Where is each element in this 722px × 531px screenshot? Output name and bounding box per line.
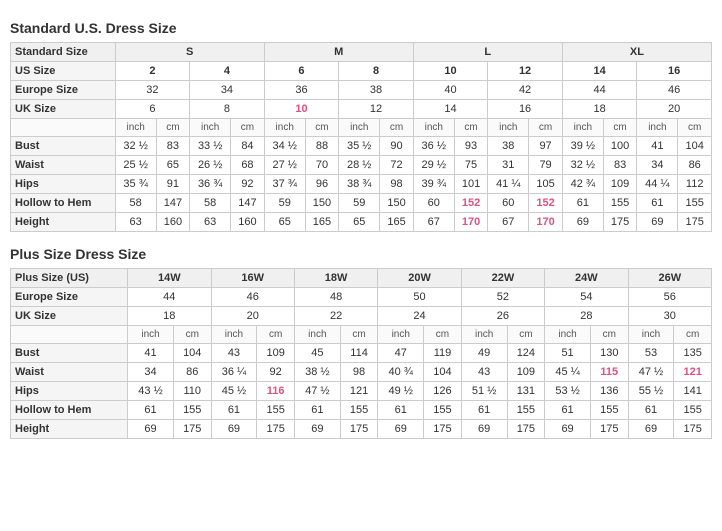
size-group-l: L bbox=[413, 43, 562, 62]
bust-row: Bust 32 ½83 33 ½84 34 ½88 35 ½90 36 ½93 … bbox=[11, 137, 712, 156]
us-size-row: US Size 2 4 6 8 10 12 14 16 bbox=[11, 62, 712, 81]
plus-18w: 18W bbox=[294, 269, 377, 288]
standard-table: Standard Size S M L XL US Size 2 4 6 8 1… bbox=[10, 42, 712, 232]
plus-section: Plus Size Dress Size Plus Size (US) 14W … bbox=[10, 246, 712, 439]
plus-14w: 14W bbox=[128, 269, 211, 288]
unit-row: inchcm inchcm inchcm inchcm inchcm inchc… bbox=[11, 119, 712, 137]
plus-24w: 24W bbox=[545, 269, 628, 288]
waist-row: Waist 25 ½65 26 ½68 27 ½70 28 ½72 29 ½75… bbox=[11, 156, 712, 175]
europe-size-label: Europe Size bbox=[11, 81, 116, 100]
us-size-4: 4 bbox=[190, 62, 265, 81]
plus-uk-row: UK Size 18 20 22 24 26 28 30 bbox=[11, 307, 712, 326]
plus-title: Plus Size Dress Size bbox=[10, 246, 712, 262]
uk-size-label: UK Size bbox=[11, 100, 116, 119]
us-size-6: 6 bbox=[264, 62, 339, 81]
size-group-m: M bbox=[264, 43, 413, 62]
plus-22w: 22W bbox=[461, 269, 544, 288]
hollow-hem-row: Hollow to Hem 58147 58147 59150 59150 60… bbox=[11, 194, 712, 213]
us-size-10: 10 bbox=[413, 62, 488, 81]
standard-size-header-row: Standard Size S M L XL bbox=[11, 43, 712, 62]
size-group-s: S bbox=[115, 43, 264, 62]
us-size-8: 8 bbox=[339, 62, 414, 81]
plus-unit-row: inchcm inchcm inchcm inchcm inchcm inchc… bbox=[11, 326, 712, 344]
us-size-2: 2 bbox=[115, 62, 190, 81]
plus-20w: 20W bbox=[378, 269, 461, 288]
plus-hollow-hem-row: Hollow to Hem 61155 61155 61155 61155 61… bbox=[11, 401, 712, 420]
standard-section: Standard U.S. Dress Size Standard Size S… bbox=[10, 20, 712, 232]
standard-title: Standard U.S. Dress Size bbox=[10, 20, 712, 36]
size-group-xl: XL bbox=[562, 43, 711, 62]
plus-16w: 16W bbox=[211, 269, 294, 288]
plus-size-header-row: Plus Size (US) 14W 16W 18W 20W 22W 24W 2… bbox=[11, 269, 712, 288]
uk-size-row: UK Size 6 8 10 12 14 16 18 20 bbox=[11, 100, 712, 119]
us-size-14: 14 bbox=[562, 62, 637, 81]
plus-hips-row: Hips 43 ½110 45 ½116 47 ½121 49 ½126 51 … bbox=[11, 382, 712, 401]
plus-europe-row: Europe Size 44 46 48 50 52 54 56 bbox=[11, 288, 712, 307]
europe-size-row: Europe Size 32 34 36 38 40 42 44 46 bbox=[11, 81, 712, 100]
standard-size-label: Standard Size bbox=[11, 43, 116, 62]
us-size-label: US Size bbox=[11, 62, 116, 81]
height-row: Height 63160 63160 65165 65165 67170 671… bbox=[11, 213, 712, 232]
us-size-16: 16 bbox=[637, 62, 712, 81]
plus-26w: 26W bbox=[628, 269, 711, 288]
us-size-12: 12 bbox=[488, 62, 563, 81]
plus-waist-row: Waist 3486 36 ¼92 38 ½98 40 ¾104 43109 4… bbox=[11, 363, 712, 382]
hips-row: Hips 35 ¾91 36 ¾92 37 ¾96 38 ¾98 39 ¾101… bbox=[11, 175, 712, 194]
plus-height-row: Height 69175 69175 69175 69175 69175 691… bbox=[11, 420, 712, 439]
plus-bust-row: Bust 41104 43109 45114 47119 49124 51130… bbox=[11, 344, 712, 363]
plus-size-label: Plus Size (US) bbox=[11, 269, 128, 288]
plus-table: Plus Size (US) 14W 16W 18W 20W 22W 24W 2… bbox=[10, 268, 712, 439]
